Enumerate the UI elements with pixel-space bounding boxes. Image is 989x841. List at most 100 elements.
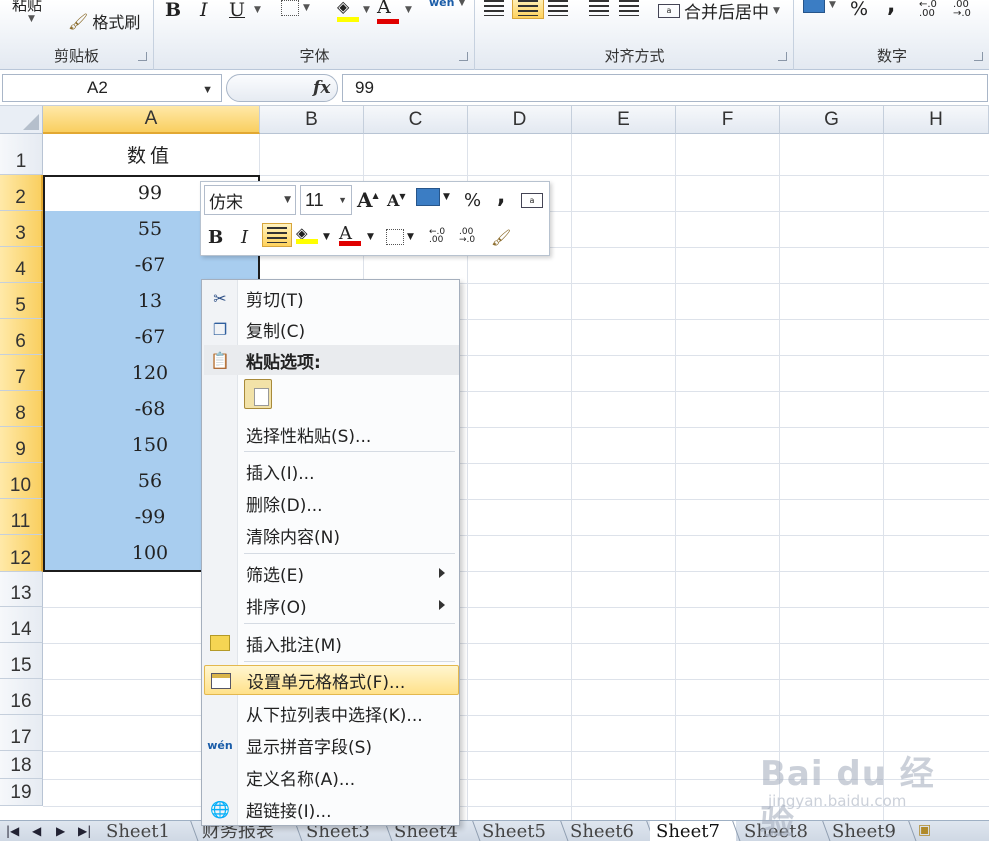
row-header-3[interactable]: 3 (0, 211, 43, 247)
align-left-button[interactable] (484, 0, 504, 16)
decrease-decimal-button[interactable]: .00 →.0 (459, 228, 481, 245)
menu-item-insert-comment[interactable]: 插入批注(M) (204, 628, 459, 658)
increase-decimal-button[interactable]: ←.0 .00 (919, 0, 943, 19)
row-header-11[interactable]: 11 (0, 499, 43, 535)
border-button[interactable]: ▼ (281, 0, 310, 16)
menu-item-define-name[interactable]: 定义名称(A)... (204, 762, 459, 792)
italic-button[interactable]: I (241, 227, 248, 248)
font-color-button[interactable]: A (339, 223, 361, 246)
menu-item-hyperlink[interactable]: 🌐 超链接(I)... (204, 794, 459, 824)
row-header-7[interactable]: 7 (0, 355, 43, 391)
format-painter-button[interactable]: 🖌 格式刷 (68, 9, 140, 33)
row-header-15[interactable]: 15 (0, 643, 43, 679)
percent-button[interactable]: % (850, 0, 868, 20)
merge-center-button[interactable]: a 合并后居中 ▼ (658, 0, 780, 23)
row-header-19[interactable]: 19 (0, 779, 43, 806)
column-header-h[interactable]: H (884, 106, 989, 134)
dialog-launcher-icon[interactable] (459, 52, 468, 61)
menu-item-paste-special[interactable]: 选择性粘贴(S)... (204, 419, 459, 449)
menu-item-format-cells[interactable]: 设置单元格格式(F)... (204, 665, 459, 695)
row-header-1[interactable]: 1 (0, 134, 43, 175)
paste-button[interactable]: 粘贴 (12, 0, 42, 15)
menu-item-copy[interactable]: ❐ 复制(C) (204, 314, 459, 344)
menu-item-sort[interactable]: 排序(O) (204, 590, 459, 620)
paste-option-button[interactable] (242, 378, 276, 412)
prev-sheet-icon[interactable]: ◀ (32, 824, 41, 838)
row-header-17[interactable]: 17 (0, 715, 43, 751)
grow-font-button[interactable]: A ▲ (357, 188, 379, 212)
column-header-e[interactable]: E (572, 106, 676, 134)
row-header-6[interactable]: 6 (0, 319, 43, 355)
menu-item-show-phonetic[interactable]: wén 显示拼音字段(S) (204, 730, 459, 760)
merge-center-button[interactable]: a (521, 193, 543, 208)
paste-dropdown[interactable]: ▼ (28, 14, 35, 24)
accounting-format-button[interactable]: ▼ (803, 0, 836, 13)
align-center-button[interactable] (512, 0, 544, 19)
row-header-8[interactable]: 8 (0, 391, 43, 427)
italic-button[interactable]: I (200, 0, 208, 21)
decrease-indent-button[interactable] (589, 0, 609, 16)
increase-decimal-button[interactable]: ←.0 .00 (429, 228, 451, 245)
font-color-dropdown[interactable]: ▼ (405, 5, 412, 15)
insert-function-button[interactable]: fx (313, 78, 330, 98)
decrease-decimal-button[interactable]: .00 →.0 (953, 0, 977, 19)
align-right-button[interactable] (548, 0, 568, 16)
column-header-d[interactable]: D (468, 106, 572, 134)
sheet-tab[interactable]: Sheet1 (100, 821, 192, 841)
menu-item-clear-contents[interactable]: 清除内容(N) (204, 520, 459, 550)
menu-item-cut[interactable]: ✂ 剪切(T) (204, 283, 459, 313)
fill-color-dropdown[interactable]: ▼ (323, 232, 330, 242)
select-all-button[interactable] (0, 106, 43, 134)
underline-button[interactable]: U (229, 0, 245, 21)
sheet-tab[interactable]: Sheet5 (476, 821, 564, 841)
row-header-16[interactable]: 16 (0, 679, 43, 715)
sheet-tab[interactable]: Sheet6 (564, 821, 650, 841)
menu-item-pick-from-list[interactable]: 从下拉列表中选择(K)... (204, 698, 459, 728)
font-color-dropdown[interactable]: ▼ (367, 232, 374, 242)
row-header-2[interactable]: 2 (0, 175, 43, 211)
row-header-9[interactable]: 9 (0, 427, 43, 463)
row-header-18[interactable]: 18 (0, 751, 43, 779)
name-box[interactable]: A2 ▼ (2, 74, 222, 102)
fill-color-dropdown[interactable]: ▼ (363, 5, 370, 15)
row-header-12[interactable]: 12 (0, 535, 43, 572)
menu-item-filter[interactable]: 筛选(E) (204, 558, 459, 588)
fill-color-button[interactable]: ◈ (296, 224, 318, 244)
column-header-f[interactable]: F (676, 106, 780, 134)
chevron-down-icon[interactable]: ▼ (202, 84, 213, 96)
comma-button[interactable]: , (497, 184, 505, 209)
row-header-13[interactable]: 13 (0, 572, 43, 607)
first-sheet-icon[interactable]: |◀ (6, 824, 19, 838)
accounting-format-button[interactable]: ▼ (416, 188, 450, 206)
dialog-launcher-icon[interactable] (138, 52, 147, 61)
bold-button[interactable]: B (165, 0, 181, 21)
cell-a1[interactable]: 数值 (43, 134, 259, 175)
row-header-5[interactable]: 5 (0, 283, 43, 319)
sheet-tab-active[interactable]: Sheet7 (650, 821, 736, 841)
phonetic-button[interactable]: wén ▼ (429, 0, 465, 9)
percent-button[interactable]: % (464, 190, 481, 211)
row-header-4[interactable]: 4 (0, 247, 43, 283)
dialog-launcher-icon[interactable] (974, 52, 983, 61)
font-size-select[interactable]: 11 ▼ (300, 185, 352, 215)
row-header-10[interactable]: 10 (0, 463, 43, 499)
increase-indent-button[interactable] (619, 0, 639, 16)
bold-button[interactable]: B (208, 227, 223, 248)
center-align-button[interactable] (262, 223, 292, 247)
dialog-launcher-icon[interactable] (778, 52, 787, 61)
column-header-a[interactable]: A (43, 106, 260, 134)
format-painter-button[interactable]: 🖌 (491, 228, 511, 247)
menu-item-insert[interactable]: 插入(I)... (204, 456, 459, 486)
fill-color-button[interactable]: ◈ (337, 0, 359, 22)
formula-input[interactable]: 99 (342, 74, 988, 102)
last-sheet-icon[interactable]: ▶| (78, 824, 91, 838)
row-header-14[interactable]: 14 (0, 607, 43, 643)
column-header-c[interactable]: C (364, 106, 468, 134)
column-header-b[interactable]: B (260, 106, 364, 134)
next-sheet-icon[interactable]: ▶ (56, 824, 65, 838)
comma-button[interactable]: , (887, 0, 895, 18)
border-button[interactable]: ▼ (386, 229, 414, 245)
menu-item-delete[interactable]: 删除(D)... (204, 488, 459, 518)
shrink-font-button[interactable]: A ▼ (387, 191, 406, 211)
font-color-button[interactable]: A (377, 0, 399, 24)
